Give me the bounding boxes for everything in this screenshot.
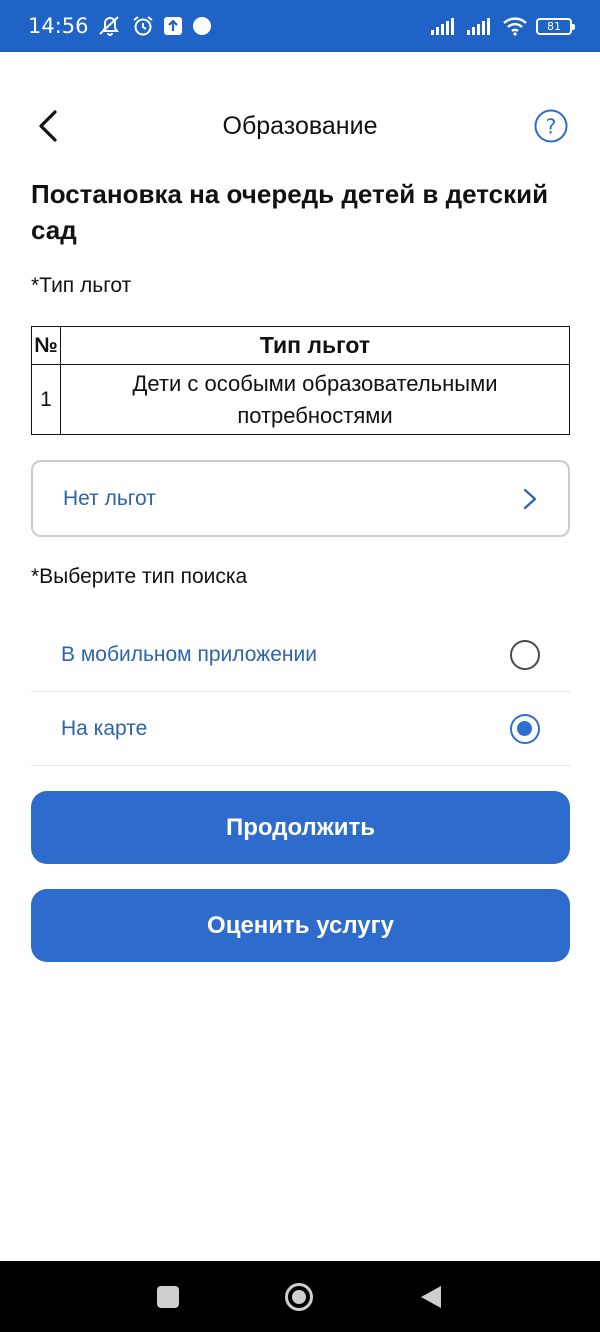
search-option-map[interactable]: На карте <box>31 692 570 766</box>
benefit-table: № Тип льгот 1 Дети с особыми образовател… <box>31 326 570 435</box>
table-header-number: № <box>31 326 61 365</box>
table-cell-type: Дети с особыми образовательными потребно… <box>60 364 570 435</box>
help-button[interactable]: ? <box>534 109 568 143</box>
system-nav-bar <box>0 1261 600 1332</box>
table-header-type: Тип льгот <box>60 326 570 365</box>
page-title: Образование <box>222 112 378 140</box>
muted-notification-icon <box>98 16 119 36</box>
search-option-app-label: В мобильном приложении <box>61 642 317 666</box>
header: Образование ? <box>0 92 600 162</box>
recents-icon <box>157 1286 179 1308</box>
service-heading: Постановка на очередь детей в детский са… <box>31 179 549 245</box>
rate-service-button[interactable]: Оценить услугу <box>31 889 570 962</box>
upload-icon <box>163 17 182 35</box>
signal-icon <box>467 18 490 35</box>
benefit-select[interactable]: Нет льгот <box>31 460 570 537</box>
alarm-icon <box>132 16 153 36</box>
signal-icon <box>431 18 454 35</box>
battery-icon: 81 <box>536 17 575 35</box>
back-nav-button[interactable] <box>419 1284 443 1315</box>
chevron-right-icon <box>522 487 538 511</box>
recents-button[interactable] <box>156 1285 180 1314</box>
wifi-icon <box>503 17 527 36</box>
radio-button-unchecked[interactable] <box>510 639 540 670</box>
status-left-icons <box>97 15 212 37</box>
dot-icon <box>192 17 211 35</box>
table-cell-number: 1 <box>31 364 61 435</box>
table-header-row: № Тип льгот <box>31 326 570 365</box>
svg-text:?: ? <box>546 115 557 139</box>
search-option-map-label: На карте <box>61 716 148 740</box>
home-icon <box>285 1283 313 1311</box>
help-circle-icon: ? <box>534 109 568 143</box>
benefit-type-label: *Тип льгот <box>31 274 132 297</box>
status-bar: 14:56 81 <box>0 0 600 52</box>
status-right-icons: 81 <box>430 16 575 36</box>
search-type-label: *Выберите тип поиска <box>31 565 248 588</box>
status-time: 14:56 <box>28 14 89 38</box>
back-icon <box>421 1286 441 1308</box>
benefit-select-value: Нет льгот <box>63 486 156 510</box>
continue-button[interactable]: Продолжить <box>31 791 570 864</box>
search-option-app[interactable]: В мобильном приложении <box>31 618 570 692</box>
radio-button-checked[interactable] <box>510 713 540 744</box>
home-button[interactable] <box>284 1282 314 1317</box>
table-row: 1 Дети с особыми образовательными потреб… <box>31 364 570 435</box>
